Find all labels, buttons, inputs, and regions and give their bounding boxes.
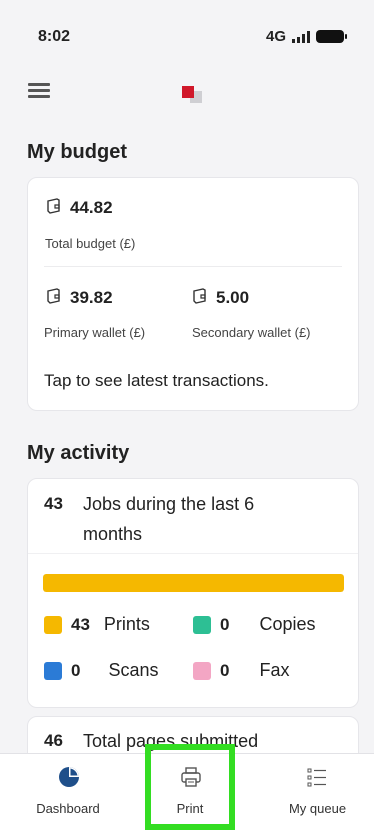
pie-chart-icon xyxy=(59,767,79,787)
scans-count: 0 xyxy=(71,660,81,680)
total-amount: 44.82 xyxy=(70,198,113,217)
nav-dashboard[interactable]: Dashboard xyxy=(18,754,118,836)
primary-label: Primary wallet (£) xyxy=(44,325,146,340)
total-budget: 44.82 xyxy=(46,198,113,218)
activity-card[interactable]: 43 Jobs during the last 6 months 43 Prin… xyxy=(27,478,359,708)
budget-title: My budget xyxy=(27,141,127,163)
legend-copies: 0 Copies xyxy=(193,614,316,635)
nav-my-queue[interactable]: My queue xyxy=(270,754,365,836)
nav-my-queue-label: My queue xyxy=(288,801,347,816)
legend-fax: 0 Fax xyxy=(193,660,289,681)
pages-count: 46 xyxy=(44,731,63,750)
nav-dashboard-label: Dashboard xyxy=(36,801,100,816)
network-label: 4G xyxy=(265,28,286,45)
fax-count: 0 xyxy=(220,660,230,680)
jobs-label-line2: months xyxy=(83,524,143,544)
budget-card[interactable]: 44.82 Total budget (£) 39.82 Primary wal… xyxy=(27,177,359,411)
activity-title: My activity xyxy=(27,442,130,464)
battery-icon xyxy=(316,30,347,43)
jobs-count: 43 xyxy=(44,494,63,513)
secondary-amount: 5.00 xyxy=(216,288,250,307)
wallet-icon xyxy=(47,198,60,214)
status-time: 8:02 xyxy=(38,28,71,45)
copies-label: Copies xyxy=(259,614,316,634)
app-logo xyxy=(182,86,206,104)
prints-swatch xyxy=(44,615,62,634)
transactions-link[interactable]: Tap to see latest transactions. xyxy=(44,371,269,391)
prints-label: Prints xyxy=(103,614,150,634)
primary-amount: 39.82 xyxy=(70,288,113,307)
legend-prints: 43 Prints xyxy=(44,614,150,635)
signal-icon xyxy=(292,30,310,43)
scans-swatch xyxy=(44,661,62,680)
progress-fill xyxy=(43,574,344,592)
secondary-wallet: 5.00 xyxy=(192,288,249,308)
status-indicators: 4G xyxy=(265,28,347,45)
jobs-summary: 43 Jobs during the last 6 months xyxy=(28,479,358,553)
menu-icon[interactable] xyxy=(28,83,50,99)
status-bar: 8:02 4G xyxy=(0,0,374,62)
jobs-label-line1: Jobs during the last 6 xyxy=(83,494,255,514)
scans-label: Scans xyxy=(108,660,159,680)
fax-label: Fax xyxy=(259,660,290,680)
fax-swatch xyxy=(193,661,211,680)
jobs-progress-bar xyxy=(43,574,344,592)
prints-count: 43 xyxy=(71,614,90,634)
list-icon xyxy=(307,768,326,787)
primary-wallet: 39.82 xyxy=(46,288,113,308)
copies-count: 0 xyxy=(220,614,230,634)
wallet-icon xyxy=(47,288,60,304)
divider xyxy=(44,266,342,267)
divider xyxy=(28,553,358,554)
total-label: Total budget (£) xyxy=(45,236,136,251)
legend-scans: 0 Scans xyxy=(44,660,159,681)
print-highlight-box xyxy=(145,744,235,830)
secondary-label: Secondary wallet (£) xyxy=(192,325,311,340)
copies-swatch xyxy=(193,615,211,634)
wallet-icon xyxy=(193,288,206,304)
